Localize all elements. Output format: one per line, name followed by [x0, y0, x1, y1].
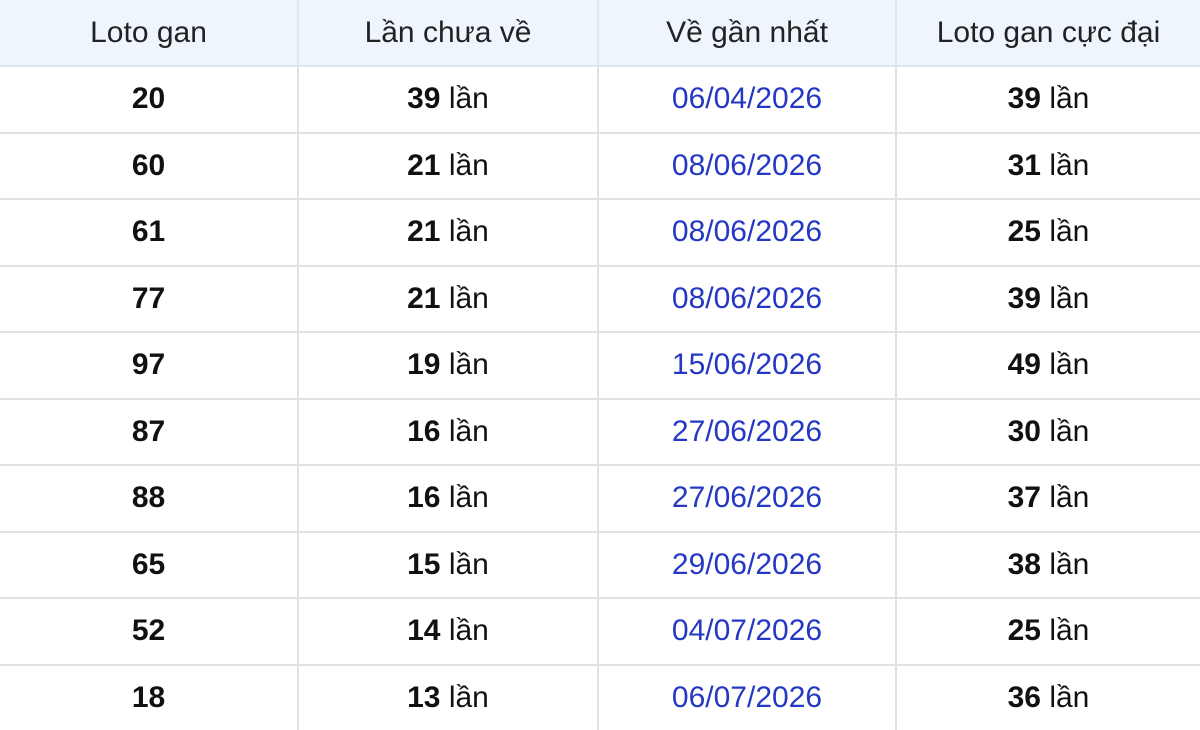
max-gap-unit: lần [1049, 281, 1090, 315]
table-row: 97 19 lần 15/06/2026 49 lần [0, 331, 1200, 400]
missed-count-value: 21 [407, 215, 441, 249]
max-gap-value: 39 [1007, 281, 1041, 315]
last-date-link[interactable]: 08/06/2026 [597, 198, 897, 267]
max-gap-value: 39 [1007, 82, 1041, 116]
missed-count-value: 16 [407, 414, 441, 448]
max-gap: 30 lần [895, 397, 1200, 466]
header-row: Loto gan Lần chưa về Về gần nhất Loto ga… [0, 0, 1200, 67]
missed-count-unit: lần [448, 281, 489, 315]
table-row: 61 21 lần 08/06/2026 25 lần [0, 198, 1200, 267]
max-gap: 25 lần [895, 597, 1200, 666]
loto-number: 61 [0, 198, 299, 267]
missed-count-unit: lần [448, 614, 489, 648]
missed-count-unit: lần [448, 680, 489, 714]
last-date-link[interactable]: 06/04/2026 [597, 65, 897, 134]
max-gap-value: 38 [1007, 547, 1041, 581]
loto-number: 52 [0, 597, 299, 666]
header-missed-count: Lần chưa về [297, 0, 599, 67]
loto-number: 88 [0, 464, 299, 533]
last-date-link[interactable]: 06/07/2026 [597, 663, 897, 730]
max-gap: 36 lần [895, 663, 1200, 730]
missed-count-unit: lần [448, 481, 489, 515]
missed-count: 16 lần [297, 464, 599, 533]
missed-count-value: 13 [407, 680, 441, 714]
max-gap-value: 31 [1007, 148, 1041, 182]
max-gap: 37 lần [895, 464, 1200, 533]
table-row: 77 21 lần 08/06/2026 39 lần [0, 264, 1200, 333]
max-gap-unit: lần [1049, 82, 1090, 116]
max-gap-unit: lần [1049, 148, 1090, 182]
loto-gan-table: Loto gan Lần chưa về Về gần nhất Loto ga… [0, 0, 1200, 730]
missed-count-unit: lần [448, 547, 489, 581]
table-body: 20 39 lần 06/04/2026 39 lần 60 21 lần 08… [0, 65, 1200, 730]
missed-count-value: 21 [407, 281, 441, 315]
loto-number: 97 [0, 331, 299, 400]
loto-number: 87 [0, 397, 299, 466]
loto-number: 20 [0, 65, 299, 134]
last-date-link[interactable]: 27/06/2026 [597, 397, 897, 466]
loto-number: 60 [0, 131, 299, 200]
table-row: 65 15 lần 29/06/2026 38 lần [0, 530, 1200, 599]
loto-number: 18 [0, 663, 299, 730]
max-gap-unit: lần [1049, 348, 1090, 382]
max-gap: 39 lần [895, 264, 1200, 333]
max-gap-unit: lần [1049, 614, 1090, 648]
last-date-link[interactable]: 27/06/2026 [597, 464, 897, 533]
table-row: 52 14 lần 04/07/2026 25 lần [0, 597, 1200, 666]
header-loto-gan: Loto gan [0, 0, 299, 67]
missed-count: 14 lần [297, 597, 599, 666]
missed-count-value: 39 [407, 82, 441, 116]
table-row: 18 13 lần 06/07/2026 36 lần [0, 663, 1200, 730]
missed-count: 16 lần [297, 397, 599, 466]
max-gap-value: 30 [1007, 414, 1041, 448]
last-date-link[interactable]: 04/07/2026 [597, 597, 897, 666]
max-gap-unit: lần [1049, 547, 1090, 581]
max-gap: 39 lần [895, 65, 1200, 134]
header-max-gap: Loto gan cực đại [895, 0, 1200, 67]
missed-count-value: 14 [407, 614, 441, 648]
missed-count: 21 lần [297, 198, 599, 267]
table-header: Loto gan Lần chưa về Về gần nhất Loto ga… [0, 0, 1200, 67]
missed-count: 21 lần [297, 264, 599, 333]
max-gap: 49 lần [895, 331, 1200, 400]
last-date-link[interactable]: 08/06/2026 [597, 131, 897, 200]
max-gap: 25 lần [895, 198, 1200, 267]
max-gap-value: 25 [1007, 215, 1041, 249]
loto-number: 77 [0, 264, 299, 333]
max-gap-value: 49 [1007, 348, 1041, 382]
missed-count-value: 15 [407, 547, 441, 581]
missed-count-value: 19 [407, 348, 441, 382]
missed-count-unit: lần [448, 215, 489, 249]
max-gap-value: 37 [1007, 481, 1041, 515]
table-row: 60 21 lần 08/06/2026 31 lần [0, 131, 1200, 200]
missed-count-unit: lần [448, 348, 489, 382]
missed-count: 21 lần [297, 131, 599, 200]
header-last-appearance: Về gần nhất [597, 0, 897, 67]
last-date-link[interactable]: 29/06/2026 [597, 530, 897, 599]
max-gap-unit: lần [1049, 414, 1090, 448]
last-date-link[interactable]: 08/06/2026 [597, 264, 897, 333]
missed-count: 13 lần [297, 663, 599, 730]
max-gap-value: 25 [1007, 614, 1041, 648]
loto-number: 65 [0, 530, 299, 599]
missed-count-value: 21 [407, 148, 441, 182]
table-row: 20 39 lần 06/04/2026 39 lần [0, 65, 1200, 134]
max-gap-unit: lần [1049, 680, 1090, 714]
max-gap-unit: lần [1049, 481, 1090, 515]
missed-count: 19 lần [297, 331, 599, 400]
max-gap-value: 36 [1007, 680, 1041, 714]
last-date-link[interactable]: 15/06/2026 [597, 331, 897, 400]
table-row: 88 16 lần 27/06/2026 37 lần [0, 464, 1200, 533]
missed-count-unit: lần [448, 148, 489, 182]
loto-gan-table-container: Loto gan Lần chưa về Về gần nhất Loto ga… [0, 0, 1200, 730]
table-row: 87 16 lần 27/06/2026 30 lần [0, 397, 1200, 466]
missed-count-unit: lần [448, 82, 489, 116]
max-gap: 38 lần [895, 530, 1200, 599]
max-gap: 31 lần [895, 131, 1200, 200]
missed-count: 39 lần [297, 65, 599, 134]
max-gap-unit: lần [1049, 215, 1090, 249]
missed-count: 15 lần [297, 530, 599, 599]
missed-count-unit: lần [448, 414, 489, 448]
missed-count-value: 16 [407, 481, 441, 515]
